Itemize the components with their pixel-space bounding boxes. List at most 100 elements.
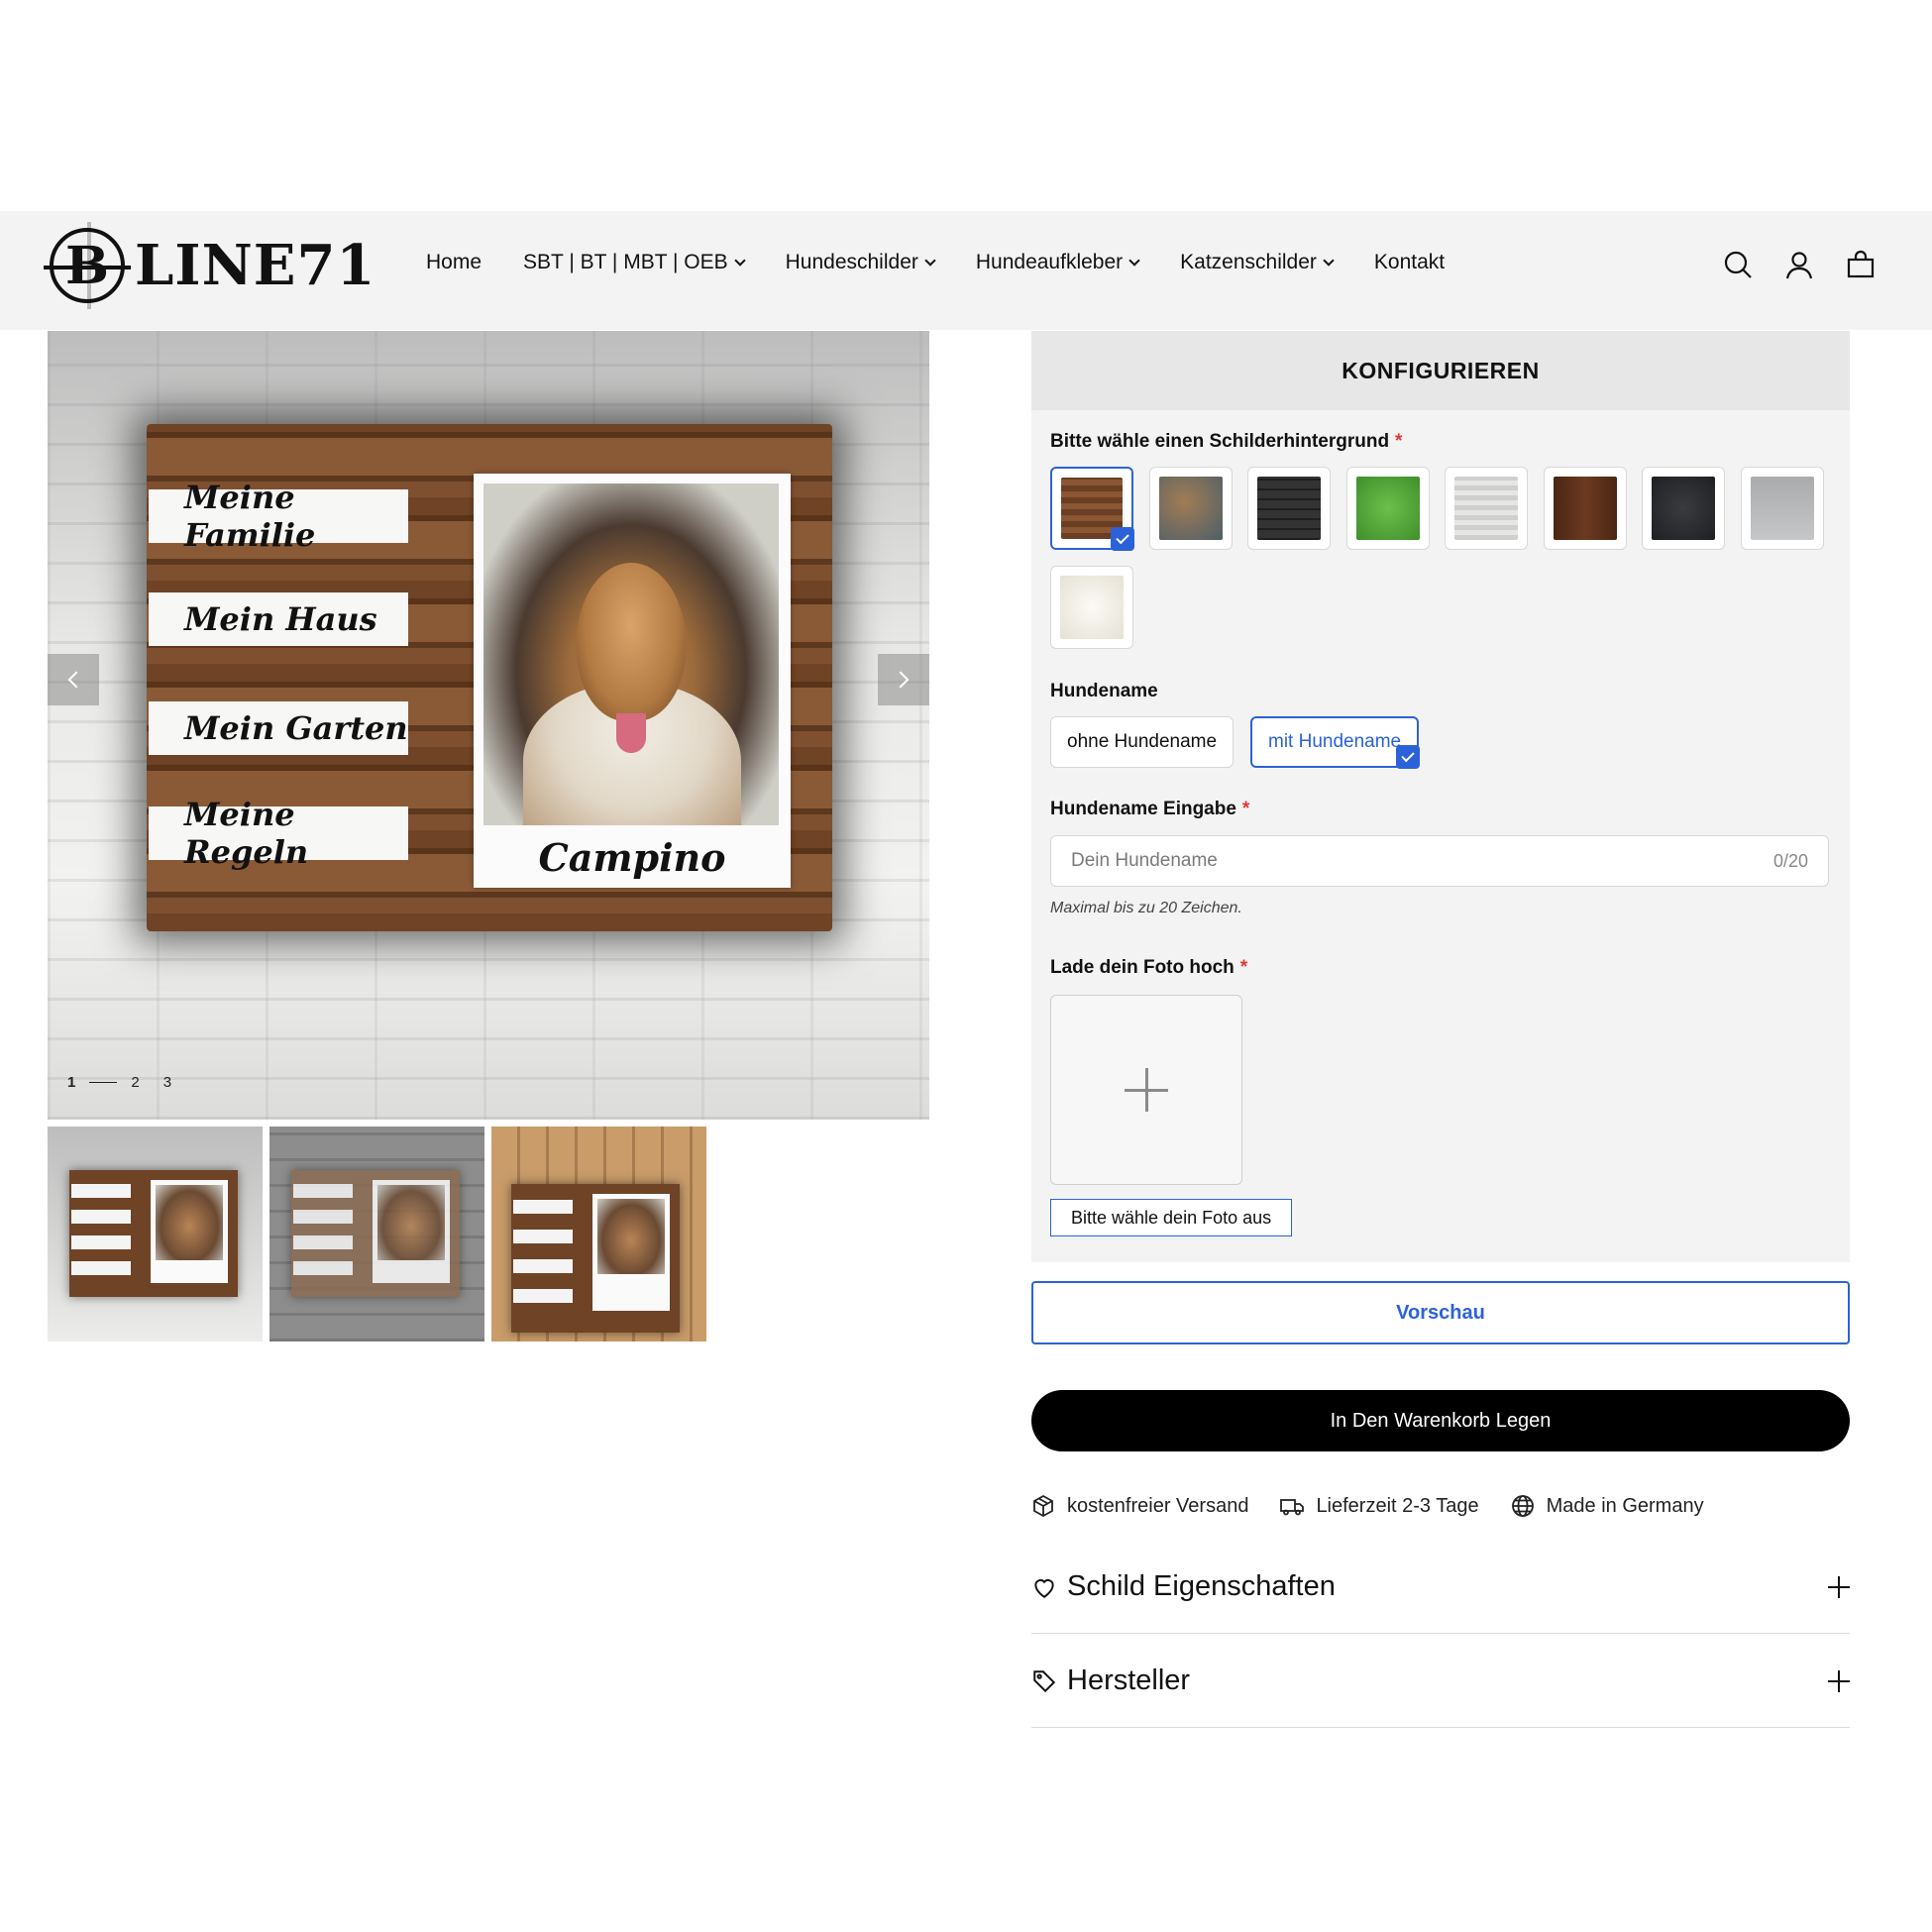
checkmark-icon — [1111, 527, 1134, 551]
swatch-dark-slate[interactable] — [1642, 467, 1725, 550]
swatch-light-wood[interactable] — [1445, 467, 1528, 550]
dog-photo-frame: Campino — [474, 474, 791, 888]
nav-item-kontakt[interactable]: Kontakt — [1374, 251, 1445, 274]
brand-logo[interactable]: B LINE71 — [44, 222, 376, 309]
swatch-silver[interactable] — [1741, 467, 1824, 550]
thumbnail-photo — [592, 1194, 670, 1311]
thumbnail-label — [513, 1289, 573, 1303]
char-counter: 0/20 — [1772, 850, 1808, 871]
thumbnail-label — [293, 1184, 353, 1198]
chevron-down-icon — [733, 254, 746, 267]
plus-icon — [1125, 1068, 1168, 1112]
swatch-dark-wood[interactable] — [1544, 467, 1627, 550]
plus-icon — [1828, 1669, 1850, 1692]
pager-item[interactable]: 3 — [163, 1074, 171, 1091]
thumbnail-sign — [291, 1170, 460, 1297]
swatch-rust-blue[interactable] — [1149, 467, 1233, 550]
thumbnail-label — [293, 1235, 353, 1249]
photo-caption: Campino — [538, 835, 726, 880]
dogname-label: Hundename — [1050, 681, 1158, 701]
nav-label: Kontakt — [1373, 251, 1446, 273]
nav-item-hundeaufkleber[interactable]: Hundeaufkleber — [976, 251, 1140, 274]
configurator-panel: KONFIGURIEREN Bitte wähle einen Schilder… — [1031, 331, 1850, 1262]
thumbnail-label — [293, 1261, 353, 1275]
image-pager: 1 2 3 — [67, 1074, 171, 1091]
dogname-input-label: Hundename Eingabe * — [1050, 799, 1249, 820]
feature-list: kostenfreier Versand Lieferzeit 2-3 Tage… — [1031, 1494, 1736, 1518]
swatch-wood-brown[interactable] — [1050, 467, 1134, 551]
swatch-fill — [1159, 477, 1223, 540]
nav-label: Hundeschilder — [785, 251, 918, 273]
thumbnail-label — [71, 1210, 131, 1224]
thumbnail-label — [71, 1235, 131, 1249]
choose-photo-button[interactable]: Bitte wähle dein Foto aus — [1050, 1199, 1293, 1236]
thumbnail-photo — [151, 1180, 228, 1283]
dog-face — [577, 563, 686, 721]
swatch-cream[interactable] — [1050, 566, 1133, 649]
thumbnail-3[interactable] — [491, 1127, 706, 1342]
chevron-down-icon — [924, 254, 936, 267]
swatch-fill — [1454, 477, 1518, 540]
thumbnail-photo — [373, 1180, 450, 1283]
option-with-dogname[interactable]: mit Hundename — [1250, 716, 1421, 769]
feature-label: Lieferzeit 2-3 Tage — [1316, 1494, 1479, 1517]
photo-upload-dropzone[interactable] — [1050, 995, 1242, 1185]
chevron-down-icon — [1128, 254, 1140, 267]
cart-icon[interactable] — [1845, 249, 1877, 280]
pager-active-line — [89, 1082, 118, 1083]
logo-text: LINE71 — [135, 233, 376, 298]
thumbnail-label — [71, 1184, 131, 1198]
header-icons — [1722, 249, 1877, 280]
thumbnail-label — [71, 1261, 131, 1275]
nav-label: Katzenschilder — [1180, 251, 1317, 273]
sign-label: Mein Garten — [149, 701, 408, 755]
dog-tongue — [616, 713, 646, 753]
product-sign: Meine Familie Mein Haus Mein Garten Mein… — [147, 424, 832, 931]
required-mark: * — [1241, 799, 1250, 819]
accordion-title: Schild Eigenschaften — [1067, 1570, 1336, 1602]
accordion-manufacturer[interactable]: Hersteller — [1031, 1635, 1850, 1728]
nav-label: SBT | BT | MBT | OEB — [523, 251, 728, 273]
product-main-image: Meine Familie Mein Haus Mein Garten Mein… — [48, 331, 929, 1120]
sign-label: Meine Regeln — [149, 796, 408, 871]
chevron-right-icon — [892, 671, 910, 689]
nav-item-katzenschilder[interactable]: Katzenschilder — [1180, 251, 1335, 274]
nav-item-hundeschilder[interactable]: Hundeschilder — [785, 251, 936, 274]
site-header: B LINE71 Home SBT | BT | MBT | OEB Hunde… — [0, 211, 1932, 330]
prev-image-button[interactable] — [48, 654, 99, 705]
pager-item[interactable]: 2 — [131, 1074, 139, 1091]
accordion-sign-properties[interactable]: Schild Eigenschaften — [1031, 1541, 1850, 1634]
upload-label: Lade dein Foto hoch * — [1050, 957, 1247, 979]
dogname-input[interactable] — [1071, 850, 1773, 872]
feature-label: Made in Germany — [1546, 1494, 1704, 1517]
option-without-dogname[interactable]: ohne Hundename — [1050, 716, 1234, 768]
nav-item-home[interactable]: Home — [426, 251, 482, 274]
feature-origin: Made in Germany — [1511, 1494, 1704, 1518]
account-icon[interactable] — [1783, 249, 1815, 280]
swatch-fill — [1751, 477, 1814, 540]
swatch-black-brick[interactable] — [1247, 467, 1331, 550]
pager-item[interactable]: 1 — [67, 1074, 75, 1091]
nav-label: Home — [426, 251, 483, 273]
upload-label-text: Lade dein Foto hoch — [1050, 957, 1234, 978]
logo-mark: B — [44, 222, 131, 309]
heart-icon — [1034, 1578, 1054, 1598]
thumbnail-2[interactable] — [269, 1127, 484, 1342]
checkmark-icon — [1396, 745, 1421, 769]
option-label: mit Hundename — [1268, 731, 1402, 752]
sign-label: Mein Haus — [149, 592, 408, 646]
preview-button[interactable]: Vorschau — [1031, 1281, 1850, 1344]
nav-item-sbt[interactable]: SBT | BT | MBT | OEB — [523, 251, 746, 274]
accordion-title: Hersteller — [1067, 1664, 1191, 1696]
dog-photo — [483, 483, 779, 825]
thumbnail-label — [293, 1210, 353, 1224]
required-mark: * — [1395, 431, 1403, 452]
plus-icon — [1828, 1575, 1850, 1598]
next-image-button[interactable] — [878, 654, 929, 705]
search-icon[interactable] — [1722, 249, 1754, 280]
add-to-cart-button[interactable]: In Den Warenkorb Legen — [1031, 1390, 1850, 1451]
swatch-grass[interactable] — [1346, 467, 1430, 550]
thumbnail-label — [513, 1230, 573, 1243]
package-icon — [1033, 1494, 1053, 1518]
thumbnail-1[interactable] — [48, 1127, 263, 1342]
